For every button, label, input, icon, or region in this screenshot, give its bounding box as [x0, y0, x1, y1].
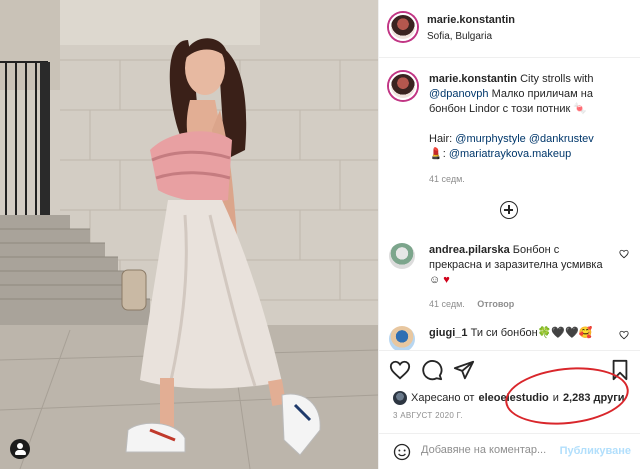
- likes-joiner: и: [552, 392, 559, 404]
- post-actions: Харесано от eleoelestudio и 2,283 други …: [379, 350, 640, 469]
- comment-item: giugi_1 Ти си бонбон🍀🖤🖤🥰: [389, 326, 629, 350]
- comment-input[interactable]: [421, 444, 571, 456]
- user-icon[interactable]: [10, 439, 30, 459]
- add-comment-bar: Публикуване: [379, 433, 640, 469]
- candy-emoji-icon: 🍬: [573, 103, 588, 115]
- comment-item: andrea.pilarska Бонбон с прекрасна и зар…: [389, 243, 629, 313]
- mention-link[interactable]: @dankrustev: [529, 133, 594, 145]
- mention-link[interactable]: @mariatraykova.makeup: [449, 148, 571, 160]
- avatar[interactable]: [389, 326, 415, 350]
- share-icon[interactable]: [453, 359, 475, 381]
- plus-circle-icon[interactable]: [500, 201, 518, 219]
- liker-username[interactable]: eleoelestudio: [478, 392, 548, 404]
- comment-timestamp: 41 седм.: [429, 299, 465, 309]
- heart-emoji-icon: ♥: [443, 274, 450, 286]
- caption-avatar[interactable]: [389, 72, 417, 100]
- post-header: marie.konstantin Sofia, Bulgaria: [379, 0, 640, 58]
- comment-username[interactable]: andrea.pilarska: [429, 244, 510, 256]
- comment-body: andrea.pilarska Бонбон с прекрасна и зар…: [429, 243, 607, 312]
- publish-button[interactable]: Публикуване: [560, 445, 631, 457]
- avatar[interactable]: [389, 13, 417, 41]
- post-details-panel: marie.konstantin Sofia, Bulgaria marie.k…: [378, 0, 640, 469]
- reply-button[interactable]: Отговор: [477, 299, 514, 309]
- comment-body: giugi_1 Ти си бонбон🍀🖤🖤🥰: [429, 326, 607, 341]
- likes-count-link[interactable]: 2,283 други: [563, 392, 625, 404]
- photo-illustration: [0, 0, 378, 469]
- caption-timestamp: 41 седм.: [429, 174, 465, 184]
- avatar[interactable]: [389, 243, 415, 269]
- comment-icon[interactable]: [421, 359, 443, 381]
- likes-summary: Харесано от eleoelestudio и 2,283 други: [393, 391, 625, 405]
- hair-label: Hair:: [429, 133, 453, 145]
- heart-icon[interactable]: [389, 359, 411, 381]
- lipstick-emoji-icon: 💄: [429, 148, 443, 160]
- post-date: 3 АВГУСТ 2020 Г.: [393, 411, 463, 420]
- caption-text-1: City strolls with: [520, 73, 594, 85]
- post-photo[interactable]: [0, 0, 378, 469]
- comment-text: Ти си бонбон🍀🖤🖤🥰: [470, 327, 593, 339]
- comment-like-heart-icon[interactable]: [619, 249, 629, 259]
- caption-text: marie.konstantin City strolls with @dpan…: [429, 72, 629, 187]
- bookmark-icon[interactable]: [609, 359, 631, 381]
- comment-like-heart-icon[interactable]: [619, 330, 629, 340]
- emoji-icon[interactable]: [393, 443, 411, 461]
- likes-prefix: Харесано от: [411, 392, 475, 404]
- avatar[interactable]: [393, 391, 407, 405]
- post-location[interactable]: Sofia, Bulgaria: [427, 31, 492, 42]
- mention-link[interactable]: @dpanovph: [429, 88, 489, 100]
- mention-link[interactable]: @murphystyle: [455, 133, 525, 145]
- post-author-username[interactable]: marie.konstantin: [427, 14, 515, 26]
- comment-username[interactable]: giugi_1: [429, 327, 468, 339]
- caption-username[interactable]: marie.konstantin: [429, 73, 517, 85]
